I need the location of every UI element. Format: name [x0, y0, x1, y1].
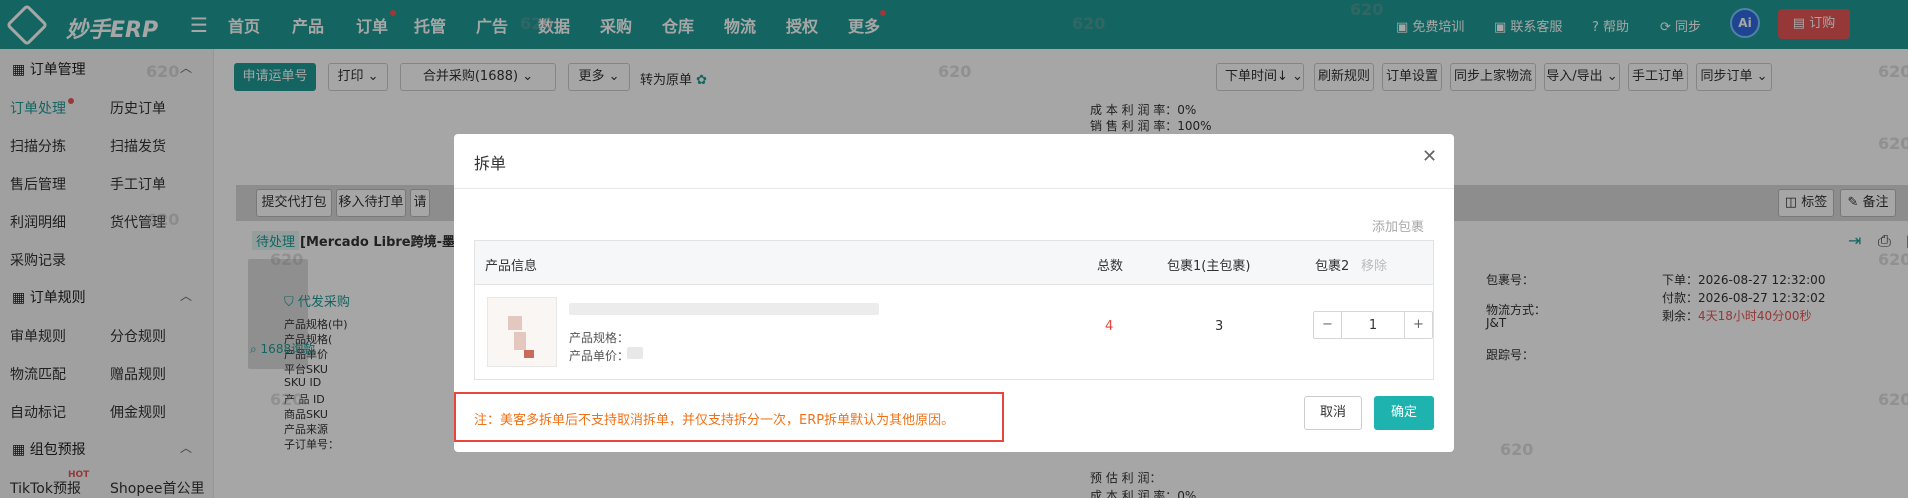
cancel-button[interactable]: 取消 — [1304, 396, 1362, 430]
increment-button[interactable]: + — [1404, 312, 1432, 338]
note-highlight: 注：美客多拆单后不支持取消拆单，并仅支持拆分一次，ERP拆单默认为其他原因。 — [454, 392, 1004, 442]
split-order-dialog: 拆单 ✕ 添加包裹 产品信息 总数 包裹1(主包裹) 包裹2 移除 产品规格： … — [454, 134, 1454, 452]
price-value — [627, 347, 643, 359]
package-1-qty: 3 — [1215, 319, 1224, 334]
package-2-qty-stepper: − 1 + — [1313, 311, 1433, 339]
close-icon[interactable]: ✕ — [1422, 146, 1437, 167]
price-label: 产品单价： — [569, 349, 630, 363]
col-total: 总数 — [1097, 259, 1124, 274]
product-thumbnail — [487, 297, 557, 367]
remove-package-button[interactable]: 移除 — [1361, 255, 1387, 274]
product-title — [569, 303, 879, 315]
col-package-1: 包裹1(主包裹) — [1167, 259, 1251, 274]
add-package-button[interactable]: 添加包裹 — [1372, 216, 1424, 235]
col-product-info: 产品信息 — [485, 259, 538, 274]
table-header: 产品信息 总数 包裹1(主包裹) 包裹2 移除 — [475, 241, 1433, 285]
divider — [454, 188, 1454, 189]
total-qty: 4 — [1105, 319, 1114, 334]
dialog-title: 拆单 — [474, 154, 507, 173]
spec-label: 产品规格： — [569, 331, 630, 345]
confirm-button[interactable]: 确定 — [1374, 396, 1434, 430]
split-product-table: 产品信息 总数 包裹1(主包裹) 包裹2 移除 产品规格： 产品单价： 4 3 … — [474, 240, 1434, 380]
col-package-2: 包裹2 — [1315, 259, 1350, 274]
split-note: 注：美客多拆单后不支持取消拆单，并仅支持拆分一次，ERP拆单默认为其他原因。 — [474, 413, 955, 428]
